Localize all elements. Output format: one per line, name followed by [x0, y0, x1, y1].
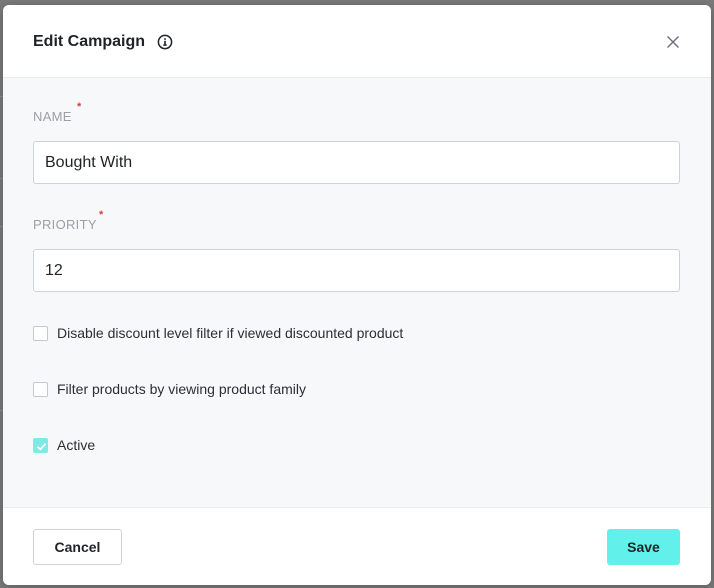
- checkbox-active[interactable]: Active: [33, 435, 95, 455]
- checkmark-icon: [36, 442, 47, 451]
- checkbox-filter-product-family[interactable]: Filter products by viewing product famil…: [33, 379, 306, 399]
- checkbox-label: Active: [57, 437, 96, 453]
- checkbox[interactable]: [33, 437, 48, 453]
- checkbox-label: Filter products by viewing product famil…: [57, 381, 306, 397]
- name-label: NAME: [33, 109, 72, 124]
- close-icon[interactable]: [665, 34, 681, 50]
- priority-label: PRIORITY: [33, 217, 97, 232]
- checkbox-label: Disable discount level filter if viewed …: [57, 325, 404, 341]
- cancel-button[interactable]: Cancel: [33, 529, 122, 565]
- save-button[interactable]: Save: [607, 529, 680, 565]
- name-input[interactable]: [33, 141, 680, 184]
- info-icon[interactable]: [157, 34, 173, 50]
- checkbox[interactable]: [33, 325, 48, 341]
- dialog-header: Edit Campaign: [3, 5, 711, 78]
- required-indicator: *: [99, 209, 104, 221]
- dialog-footer: Cancel Save: [3, 507, 711, 585]
- dialog-title: Edit Campaign: [33, 33, 146, 50]
- required-indicator: *: [77, 101, 82, 113]
- checkbox-disable-discount-filter[interactable]: Disable discount level filter if viewed …: [33, 323, 403, 343]
- priority-input[interactable]: [33, 249, 680, 292]
- checkbox[interactable]: [33, 381, 48, 397]
- edit-campaign-dialog: Edit Campaign NAME * PRIORITY * Disable …: [3, 5, 711, 585]
